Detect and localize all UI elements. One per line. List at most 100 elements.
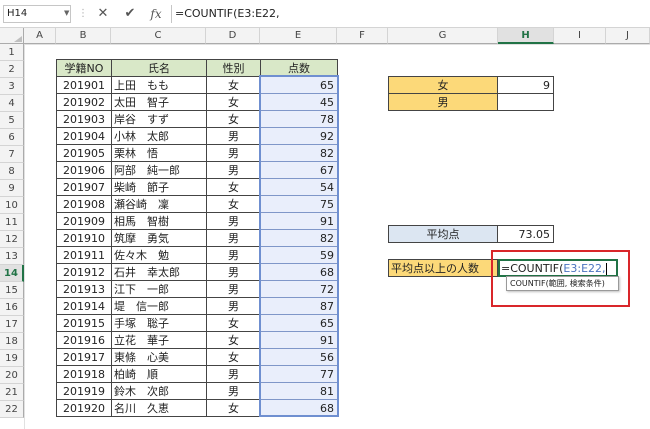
table-header-name[interactable]: 氏名 bbox=[111, 59, 207, 77]
active-cell-h14[interactable]: =COUNTIF(E3:E22, bbox=[498, 259, 618, 277]
row-header-7[interactable]: 7 bbox=[0, 146, 24, 163]
cell-score[interactable]: 67 bbox=[260, 161, 338, 179]
cell-name[interactable]: 佐々木 勉 bbox=[111, 246, 207, 264]
name-box-dropdown-icon[interactable]: ▼ bbox=[64, 9, 69, 17]
cell-score[interactable]: 91 bbox=[260, 331, 338, 349]
above-average-label-cell[interactable]: 平均点以上の人数 bbox=[388, 259, 498, 277]
cell-gender[interactable]: 女 bbox=[206, 76, 261, 94]
average-label-cell[interactable]: 平均点 bbox=[388, 225, 498, 243]
cell-student-no[interactable]: 201903 bbox=[56, 110, 112, 128]
cell-name[interactable]: 柴崎 節子 bbox=[111, 178, 207, 196]
column-header-d[interactable]: D bbox=[206, 28, 260, 44]
row-header-5[interactable]: 5 bbox=[0, 112, 24, 129]
cell-name[interactable]: 瀬谷崎 凜 bbox=[111, 195, 207, 213]
row-header-3[interactable]: 3 bbox=[0, 78, 24, 95]
cell-name[interactable]: 立花 華子 bbox=[111, 331, 207, 349]
male-count-cell[interactable] bbox=[497, 93, 554, 111]
column-header-e[interactable]: E bbox=[260, 28, 337, 44]
cell-gender[interactable]: 女 bbox=[206, 195, 261, 213]
formula-input[interactable]: =COUNTIF(E3:E22, bbox=[171, 5, 650, 23]
cell-student-no[interactable]: 201909 bbox=[56, 212, 112, 230]
column-header-b[interactable]: B bbox=[56, 28, 111, 44]
row-header-15[interactable]: 15 bbox=[0, 282, 24, 299]
cell-score[interactable]: 92 bbox=[260, 127, 338, 145]
cell-name[interactable]: 小林 太郎 bbox=[111, 127, 207, 145]
insert-function-icon[interactable]: fx bbox=[147, 6, 165, 22]
cell-student-no[interactable]: 201910 bbox=[56, 229, 112, 247]
cell-name[interactable]: 筑摩 勇気 bbox=[111, 229, 207, 247]
table-header-gender[interactable]: 性別 bbox=[206, 59, 261, 77]
cell-student-no[interactable]: 201906 bbox=[56, 161, 112, 179]
column-header-c[interactable]: C bbox=[111, 28, 206, 44]
cell-gender[interactable]: 女 bbox=[206, 110, 261, 128]
table-header-score[interactable]: 点数 bbox=[260, 59, 338, 77]
enter-icon[interactable]: ✔ bbox=[121, 6, 139, 22]
cell-gender[interactable]: 女 bbox=[206, 399, 261, 417]
cell-score[interactable]: 82 bbox=[260, 229, 338, 247]
cell-score[interactable]: 68 bbox=[260, 263, 338, 281]
average-value-cell[interactable]: 73.05 bbox=[497, 225, 554, 243]
row-header-14[interactable]: 14 bbox=[0, 265, 24, 282]
female-count-cell[interactable]: 9 bbox=[497, 76, 554, 94]
row-header-20[interactable]: 20 bbox=[0, 367, 24, 384]
column-header-j[interactable]: J bbox=[606, 28, 650, 44]
cell-score[interactable]: 78 bbox=[260, 110, 338, 128]
cell-name[interactable]: 東條 心美 bbox=[111, 348, 207, 366]
cell-name[interactable]: 上田 もも bbox=[111, 76, 207, 94]
cell-score[interactable]: 82 bbox=[260, 144, 338, 162]
row-header-4[interactable]: 4 bbox=[0, 95, 24, 112]
row-header-10[interactable]: 10 bbox=[0, 197, 24, 214]
row-header-13[interactable]: 13 bbox=[0, 248, 24, 265]
cell-name[interactable]: 相馬 智樹 bbox=[111, 212, 207, 230]
function-tooltip[interactable]: COUNTIF(範囲, 検索条件) bbox=[506, 276, 619, 291]
cell-gender[interactable]: 男 bbox=[206, 127, 261, 145]
cell-name[interactable]: 堤 信一郎 bbox=[111, 297, 207, 315]
cell-name[interactable]: 名川 久恵 bbox=[111, 399, 207, 417]
cell-student-no[interactable]: 201904 bbox=[56, 127, 112, 145]
column-header-g[interactable]: G bbox=[388, 28, 498, 44]
column-header-h[interactable]: H bbox=[498, 28, 554, 44]
cell-gender[interactable]: 男 bbox=[206, 246, 261, 264]
column-header-f[interactable]: F bbox=[337, 28, 388, 44]
cell-gender[interactable]: 男 bbox=[206, 212, 261, 230]
cell-name[interactable]: 栗林 悟 bbox=[111, 144, 207, 162]
cell-student-no[interactable]: 201919 bbox=[56, 382, 112, 400]
cell-score[interactable]: 77 bbox=[260, 365, 338, 383]
cell-score[interactable]: 65 bbox=[260, 314, 338, 332]
cell-gender[interactable]: 男 bbox=[206, 229, 261, 247]
cell-gender[interactable]: 女 bbox=[206, 331, 261, 349]
row-header-17[interactable]: 17 bbox=[0, 316, 24, 333]
row-header-8[interactable]: 8 bbox=[0, 163, 24, 180]
row-header-11[interactable]: 11 bbox=[0, 214, 24, 231]
cell-name[interactable]: 太田 智子 bbox=[111, 93, 207, 111]
cell-score[interactable]: 75 bbox=[260, 195, 338, 213]
cell-name[interactable]: 柏崎 順 bbox=[111, 365, 207, 383]
row-header-9[interactable]: 9 bbox=[0, 180, 24, 197]
cell-score[interactable]: 65 bbox=[260, 76, 338, 94]
cancel-icon[interactable]: ✕ bbox=[94, 6, 112, 22]
row-header-6[interactable]: 6 bbox=[0, 129, 24, 146]
cell-student-no[interactable]: 201917 bbox=[56, 348, 112, 366]
cell-gender[interactable]: 男 bbox=[206, 382, 261, 400]
row-header-1[interactable]: 1 bbox=[0, 44, 24, 61]
row-header-2[interactable]: 2 bbox=[0, 61, 24, 78]
cell-student-no[interactable]: 201916 bbox=[56, 331, 112, 349]
cell-gender[interactable]: 男 bbox=[206, 144, 261, 162]
cell-score[interactable]: 45 bbox=[260, 93, 338, 111]
cell-student-no[interactable]: 201918 bbox=[56, 365, 112, 383]
cell-name[interactable]: 鈴木 次郎 bbox=[111, 382, 207, 400]
cell-name[interactable]: 江下 一郎 bbox=[111, 280, 207, 298]
name-box[interactable]: H14 bbox=[3, 5, 71, 23]
cell-score[interactable]: 91 bbox=[260, 212, 338, 230]
cell-score[interactable]: 54 bbox=[260, 178, 338, 196]
cell-name[interactable]: 手塚 聡子 bbox=[111, 314, 207, 332]
female-label-cell[interactable]: 女 bbox=[388, 76, 498, 94]
cell-gender[interactable]: 男 bbox=[206, 365, 261, 383]
cell-gender[interactable]: 女 bbox=[206, 178, 261, 196]
row-header-21[interactable]: 21 bbox=[0, 384, 24, 401]
row-header-16[interactable]: 16 bbox=[0, 299, 24, 316]
cell-name[interactable]: 阿部 純一郎 bbox=[111, 161, 207, 179]
table-header-student-no[interactable]: 学籍NO bbox=[56, 59, 112, 77]
cell-name[interactable]: 石井 幸太郎 bbox=[111, 263, 207, 281]
cell-gender[interactable]: 男 bbox=[206, 161, 261, 179]
